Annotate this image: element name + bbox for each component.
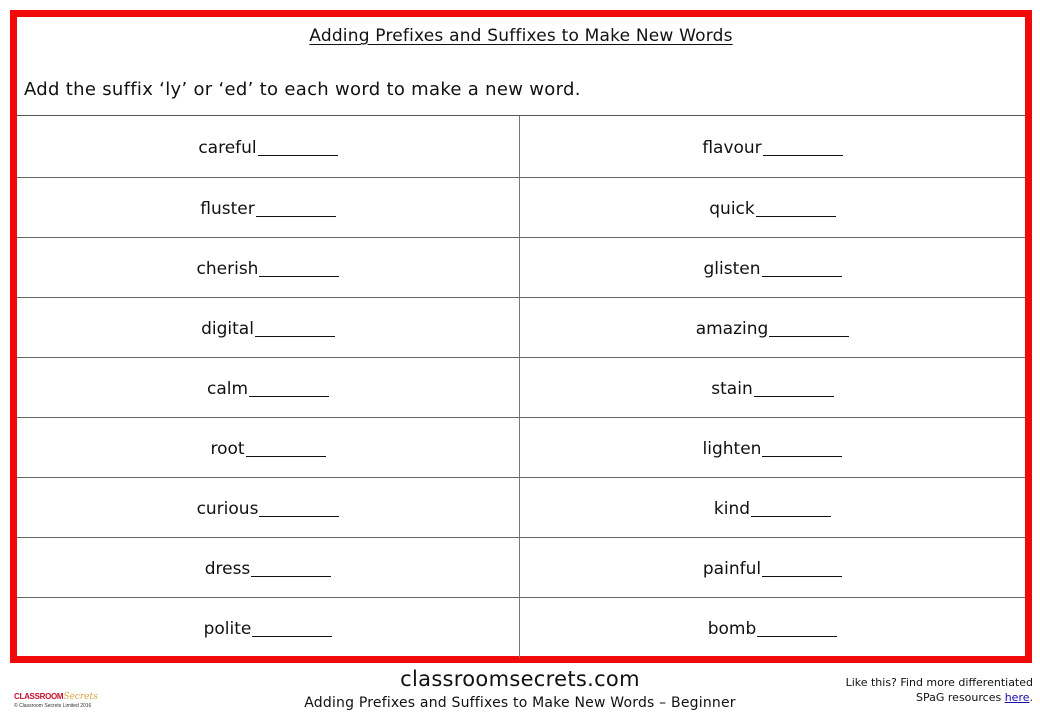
word-cell-right: flavour xyxy=(520,116,1025,178)
word-cell-left: root xyxy=(17,418,520,478)
promo-line-2: SPaG resources here. xyxy=(846,690,1033,705)
word-cell-right: bomb xyxy=(520,598,1025,658)
promo-line-1: Like this? Find more differentiated xyxy=(845,676,1033,689)
word-cell-left: calm xyxy=(17,358,520,418)
word-cell-left: dress xyxy=(17,538,520,598)
answer-blank[interactable] xyxy=(254,321,335,337)
word-cell-left: cherish xyxy=(17,238,520,298)
answer-blank[interactable] xyxy=(259,261,340,277)
word-cell-left: digital xyxy=(17,298,520,358)
worksheet-title: Adding Prefixes and Suffixes to Make New… xyxy=(309,26,733,46)
answer-blank[interactable] xyxy=(753,381,834,397)
word-text: curious xyxy=(196,498,259,519)
word-cell-right: kind xyxy=(520,478,1025,538)
word-text: cherish xyxy=(196,258,259,279)
instruction-text: Add the suffix ‘ly’ or ‘ed’ to each word… xyxy=(24,79,581,100)
answer-blank[interactable] xyxy=(245,441,326,457)
word-text: careful xyxy=(198,137,257,158)
word-text: fluster xyxy=(200,198,255,219)
answer-blank[interactable] xyxy=(255,201,336,217)
answer-blank[interactable] xyxy=(257,140,338,156)
answer-blank[interactable] xyxy=(762,561,843,577)
answer-blank[interactable] xyxy=(769,321,850,337)
word-text: kind xyxy=(713,498,751,519)
word-cell-right: painful xyxy=(520,538,1025,598)
answer-blank[interactable] xyxy=(259,501,340,517)
word-text: digital xyxy=(201,318,254,339)
answer-blank[interactable] xyxy=(761,261,842,277)
answer-blank[interactable] xyxy=(757,621,838,637)
word-cell-left: polite xyxy=(17,598,520,658)
word-text: calm xyxy=(206,378,249,399)
word-cell-left: curious xyxy=(17,478,520,538)
word-text: quick xyxy=(709,198,755,219)
word-text: dress xyxy=(204,558,251,579)
word-text: amazing xyxy=(695,318,769,339)
answer-blank[interactable] xyxy=(755,201,836,217)
answer-blank[interactable] xyxy=(762,441,843,457)
word-cell-right: stain xyxy=(520,358,1025,418)
word-text: polite xyxy=(203,619,252,639)
word-text: flavour xyxy=(702,137,762,158)
answer-blank[interactable] xyxy=(249,381,330,397)
word-text: stain xyxy=(711,378,753,399)
promo-line-2-prefix: SPaG resources xyxy=(916,691,1005,704)
answer-blank[interactable] xyxy=(751,501,832,517)
word-cell-right: quick xyxy=(520,178,1025,238)
word-cell-left: fluster xyxy=(17,178,520,238)
word-text: bomb xyxy=(707,619,757,639)
word-cell-left: careful xyxy=(17,116,520,178)
word-table: careful flavour fluster quick cherish glisten… xyxy=(17,115,1025,658)
word-text: lighten xyxy=(702,438,762,459)
answer-blank[interactable] xyxy=(762,140,843,156)
worksheet-frame: Adding Prefixes and Suffixes to Make New… xyxy=(10,10,1032,663)
word-cell-right: lighten xyxy=(520,418,1025,478)
promo-here-link[interactable]: here xyxy=(1005,691,1030,704)
answer-blank[interactable] xyxy=(252,621,333,637)
promo-suffix: . xyxy=(1029,691,1034,704)
word-text: painful xyxy=(702,558,762,579)
answer-blank[interactable] xyxy=(251,561,332,577)
word-text: glisten xyxy=(703,258,761,279)
promo-text: Like this? Find more differentiated SPaG… xyxy=(846,675,1033,705)
word-text: root xyxy=(210,438,245,459)
word-cell-right: glisten xyxy=(520,238,1025,298)
word-cell-right: amazing xyxy=(520,298,1025,358)
